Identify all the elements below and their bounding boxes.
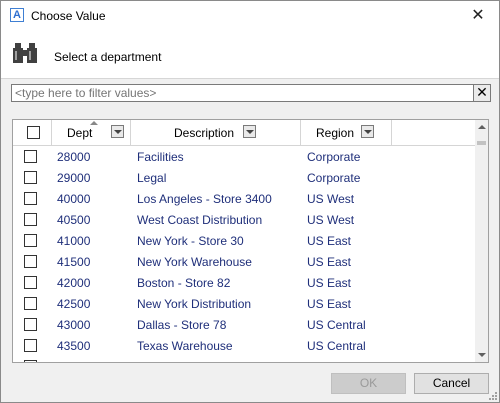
dept-cell: 41500	[57, 255, 91, 269]
column-label-dept: Dept	[67, 126, 93, 140]
row-checkbox[interactable]	[24, 339, 37, 352]
dialog-prompt: Select a department	[54, 50, 162, 64]
region-cell: US West	[307, 192, 355, 206]
region-cell: Corporate	[307, 150, 361, 164]
table-row[interactable]: 42000 Boston - Store 82 US East	[13, 272, 475, 293]
row-checkbox[interactable]	[24, 318, 37, 331]
column-label-description: Description	[174, 126, 235, 140]
scroll-down-icon[interactable]	[478, 353, 486, 357]
dept-cell: 42000	[57, 276, 91, 290]
scroll-thumb[interactable]	[477, 141, 486, 145]
row-checkbox[interactable]	[24, 171, 37, 184]
dept-cell: 29000	[57, 171, 91, 185]
row-checkbox[interactable]	[24, 255, 37, 268]
dialog-footer: OK Cancel	[1, 368, 499, 402]
grid-header: Dept Description Region	[13, 120, 475, 146]
row-checkbox[interactable]	[24, 297, 37, 310]
column-header-region[interactable]: Region	[301, 120, 392, 145]
table-row[interactable]: 41500 New York Warehouse US East	[13, 251, 475, 272]
table-row-partial[interactable]	[13, 356, 475, 362]
values-grid: Dept Description Region 28000 Facilities	[12, 119, 489, 363]
region-cell: US West	[307, 213, 355, 227]
table-row[interactable]: 40000 Los Angeles - Store 3400 US West	[13, 188, 475, 209]
table-row[interactable]: 29000 Legal Corporate	[13, 167, 475, 188]
column-header-dept[interactable]: Dept	[52, 120, 131, 145]
dialog-header: Select a department	[1, 31, 499, 79]
ok-button[interactable]: OK	[331, 373, 406, 394]
table-row[interactable]: 42500 New York Distribution US East	[13, 293, 475, 314]
table-row[interactable]: 40500 West Coast Distribution US West	[13, 209, 475, 230]
region-cell: US Central	[307, 318, 366, 332]
row-checkbox[interactable]	[24, 234, 37, 247]
row-checkbox[interactable]	[24, 150, 37, 163]
select-all-header	[13, 120, 52, 145]
dept-cell: 41000	[57, 234, 91, 248]
description-cell: Legal	[137, 171, 167, 185]
table-row[interactable]: 43500 Texas Warehouse US Central	[13, 335, 475, 356]
dept-cell: 28000	[57, 150, 91, 164]
region-cell: US East	[307, 276, 352, 290]
dept-cell: 43500	[57, 339, 91, 353]
description-filter-dropdown-icon[interactable]	[243, 125, 256, 138]
description-cell: Los Angeles - Store 3400	[137, 192, 272, 206]
region-cell: US Central	[307, 339, 366, 353]
choose-value-dialog: A Choose Value ✕ Select a department ✕	[0, 0, 500, 403]
content-area: ✕ Dept Description Region	[1, 79, 499, 368]
table-row[interactable]: 41000 New York - Store 30 US East	[13, 230, 475, 251]
description-cell: New York Warehouse	[137, 255, 252, 269]
description-cell: Texas Warehouse	[137, 339, 233, 353]
sort-ascending-icon	[90, 121, 98, 125]
select-all-checkbox[interactable]	[27, 126, 40, 139]
description-cell: New York - Store 30	[137, 234, 244, 248]
row-checkbox[interactable]	[24, 360, 37, 362]
cancel-button[interactable]: Cancel	[414, 373, 489, 394]
resize-grip-icon[interactable]	[487, 390, 497, 400]
title-bar: A Choose Value ✕	[1, 1, 499, 31]
dept-filter-dropdown-icon[interactable]	[111, 125, 124, 138]
region-cell: US East	[307, 234, 352, 248]
region-cell: Corporate	[307, 171, 361, 185]
dept-cell: 40500	[57, 213, 91, 227]
description-cell: Facilities	[137, 150, 184, 164]
table-row[interactable]: 28000 Facilities Corporate	[13, 146, 475, 167]
table-row[interactable]: 43000 Dallas - Store 78 US Central	[13, 314, 475, 335]
app-icon: A	[10, 8, 24, 22]
row-checkbox[interactable]	[24, 192, 37, 205]
description-cell: Dallas - Store 78	[137, 318, 227, 332]
vertical-scrollbar[interactable]	[475, 120, 488, 362]
row-checkbox[interactable]	[24, 213, 37, 226]
filter-input[interactable]	[11, 84, 475, 102]
region-cell: US East	[307, 297, 352, 311]
binoculars-icon	[13, 43, 37, 63]
column-label-region: Region	[316, 126, 355, 140]
row-checkbox[interactable]	[24, 276, 37, 289]
region-filter-dropdown-icon[interactable]	[361, 125, 374, 138]
column-header-description[interactable]: Description	[131, 120, 301, 145]
dept-cell: 40000	[57, 192, 91, 206]
description-cell: New York Distribution	[137, 297, 252, 311]
region-cell: US East	[307, 255, 352, 269]
dept-cell: 42500	[57, 297, 91, 311]
scroll-up-icon[interactable]	[478, 125, 486, 129]
dept-cell: 43000	[57, 318, 91, 332]
clear-filter-button[interactable]: ✕	[473, 84, 491, 102]
window-title: Choose Value	[31, 9, 106, 23]
description-cell: Boston - Store 82	[137, 276, 231, 290]
close-button[interactable]: ✕	[463, 3, 493, 29]
description-cell: West Coast Distribution	[137, 213, 263, 227]
